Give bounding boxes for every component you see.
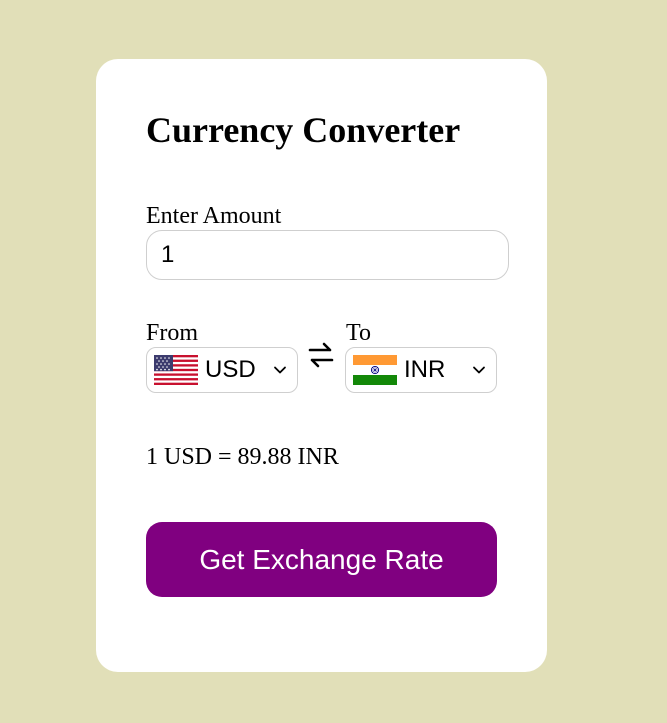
us-flag-icon [154,355,198,385]
chevron-down-icon [473,366,485,374]
from-currency-select[interactable]: USD [146,347,298,393]
page-title: Currency Converter [146,110,461,150]
converter-card: Currency Converter Enter Amount From USD [96,59,547,672]
amount-label: Enter Amount [146,203,282,229]
to-currency-code: INR [404,356,446,383]
exchange-rate-result: 1 USD = 89.88 INR [146,444,339,470]
amount-input[interactable] [146,230,509,280]
swap-icon[interactable] [308,338,334,372]
chevron-down-icon [274,366,286,374]
to-label: To [346,320,371,346]
get-exchange-rate-button[interactable]: Get Exchange Rate [146,522,497,597]
from-label: From [146,320,199,346]
from-currency-code: USD [205,356,256,383]
in-flag-icon [353,355,397,385]
to-currency-select[interactable]: INR [345,347,497,393]
